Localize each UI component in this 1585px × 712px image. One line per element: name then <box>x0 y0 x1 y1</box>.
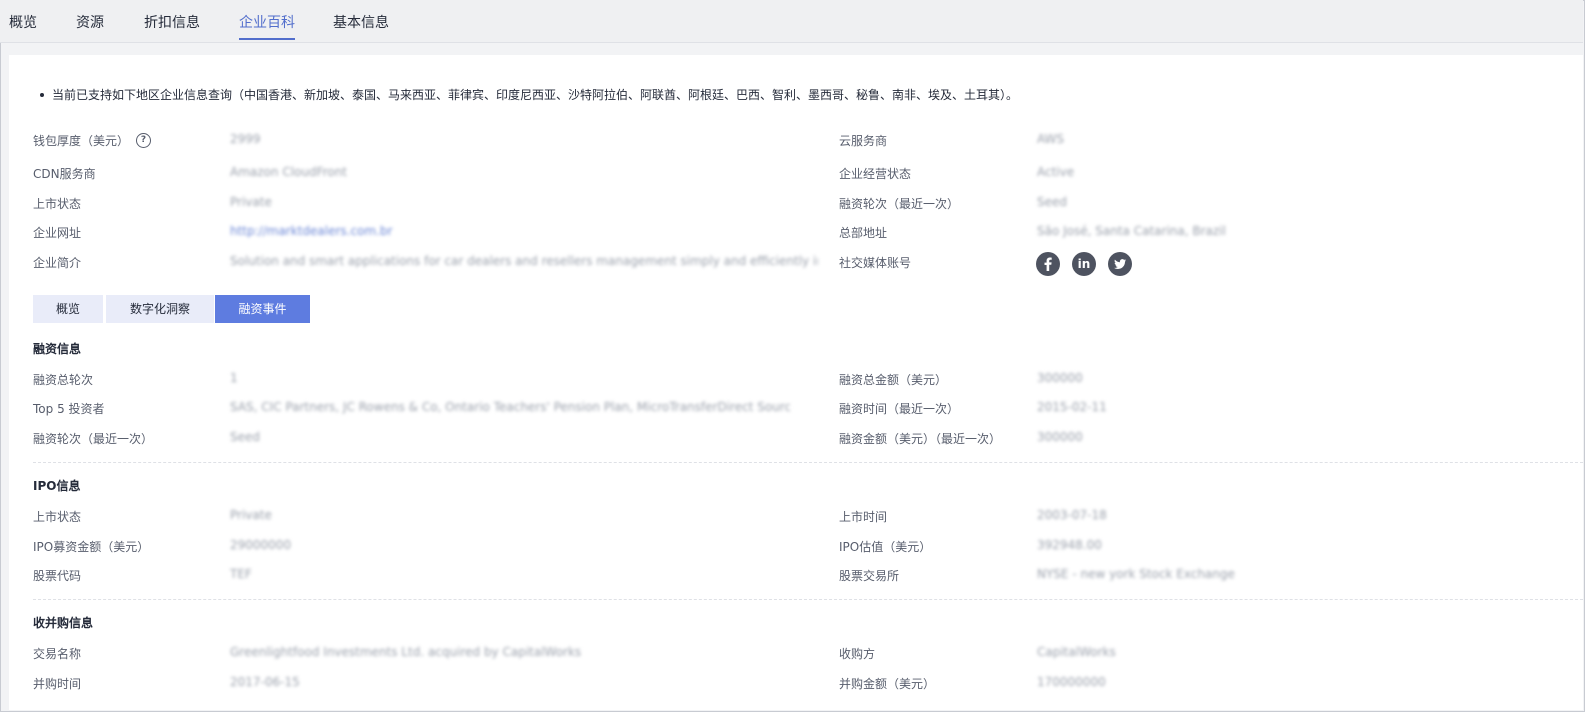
linkedin-icon[interactable]: in <box>1072 252 1096 276</box>
tab-resources[interactable]: 资源 <box>76 12 104 32</box>
help-icon[interactable]: ? <box>136 133 151 148</box>
total-rounds-value: 1 <box>230 371 238 385</box>
acquisition-section-title: 收并购信息 <box>33 616 94 630</box>
last-funding-time-label: 融资时间（最近一次） <box>839 402 960 416</box>
acquirer-value: CapitalWorks <box>1037 645 1116 659</box>
section-divider <box>33 462 1583 463</box>
deal-name-value: Greenlightfood Investments Ltd. acquired… <box>230 645 582 659</box>
subtab-digital-insight[interactable]: 数字化洞察 <box>106 295 214 323</box>
ipo-status-label: 上市状态 <box>33 510 82 524</box>
acquisition-time-label: 并购时间 <box>33 677 82 691</box>
ticker-label: 股票代码 <box>33 569 82 583</box>
twitter-icon[interactable] <box>1108 252 1132 276</box>
wallet-label: 钱包厚度（美元） <box>33 134 130 148</box>
cloud-provider-value: AWS <box>1037 132 1065 146</box>
social-media-label: 社交媒体账号 <box>839 256 912 270</box>
total-amount-label: 融资总金额（美元） <box>839 373 948 387</box>
exchange-value: NYSE - new york Stock Exchange <box>1037 567 1235 581</box>
total-amount-value: 300000 <box>1037 371 1083 385</box>
latest-round-value: Seed <box>1037 195 1067 209</box>
hq-address-value: São José, Santa Catarina, Brazil <box>1037 224 1226 238</box>
deal-name-label: 交易名称 <box>33 647 82 661</box>
acquirer-label: 收购方 <box>839 647 876 661</box>
business-status-label: 企业经营状态 <box>839 167 912 181</box>
funding-section-title: 融资信息 <box>33 342 82 356</box>
cdn-value: Amazon CloudFront <box>230 165 347 179</box>
tab-basic-info[interactable]: 基本信息 <box>333 12 389 32</box>
ipo-status-value: Private <box>230 508 272 522</box>
last-funding-time-value: 2015-02-11 <box>1037 400 1107 414</box>
top-tab-bar: 概览 资源 折扣信息 企业百科 基本信息 <box>0 0 1583 43</box>
intro-label: 企业简介 <box>33 256 82 270</box>
website-link[interactable]: http://marktdealers.com.br <box>230 224 392 238</box>
tab-enterprise-wiki[interactable]: 企业百科 <box>239 12 295 32</box>
ipo-raised-value: 29000000 <box>230 538 292 552</box>
hq-address-label: 总部地址 <box>839 226 888 240</box>
top-investors-label: Top 5 投资者 <box>33 402 105 416</box>
acquisition-amount-value: 170000000 <box>1037 675 1106 689</box>
content-panel <box>9 55 1583 710</box>
cloud-provider-label: 云服务商 <box>839 134 888 148</box>
business-status-value: Active <box>1037 165 1075 179</box>
ipo-valuation-label: IPO估值（美元） <box>839 540 932 554</box>
top-investors-value: SAS, CIC Partners, JC Rowens & Co, Ontar… <box>230 400 790 414</box>
subtab-funding-events[interactable]: 融资事件 <box>215 295 310 323</box>
listing-status-label: 上市状态 <box>33 197 82 211</box>
exchange-label: 股票交易所 <box>839 569 900 583</box>
ipo-valuation-value: 392948.00 <box>1037 538 1102 552</box>
subtab-overview[interactable]: 概览 <box>33 295 103 323</box>
intro-value: Solution and smart applications for car … <box>230 254 818 268</box>
funding-last-round-value: Seed <box>230 430 260 444</box>
last-funding-amount-value: 300000 <box>1037 430 1083 444</box>
ipo-raised-label: IPO募资金额（美元） <box>33 540 150 554</box>
tab-discount-info[interactable]: 折扣信息 <box>144 12 200 32</box>
ipo-time-label: 上市时间 <box>839 510 888 524</box>
tab-overview[interactable]: 概览 <box>9 12 37 32</box>
ticker-value: TEF <box>230 567 252 581</box>
website-label: 企业网址 <box>33 226 82 240</box>
latest-round-label: 融资轮次（最近一次） <box>839 197 960 211</box>
supported-regions-notice: 当前已支持如下地区企业信息查询（中国香港、新加坡、泰国、马来西亚、菲律宾、印度尼… <box>52 88 1019 102</box>
active-tab-indicator <box>239 38 295 40</box>
total-rounds-label: 融资总轮次 <box>33 373 94 387</box>
acquisition-amount-label: 并购金额（美元） <box>839 677 936 691</box>
ipo-time-value: 2003-07-18 <box>1037 508 1107 522</box>
section-divider <box>33 599 1583 600</box>
notice-bullet <box>40 93 44 97</box>
last-funding-amount-label: 融资金额（美元）（最近一次） <box>839 432 1002 446</box>
acquisition-time-value: 2017-06-15 <box>230 675 300 689</box>
cdn-label: CDN服务商 <box>33 167 96 181</box>
wallet-value: 2999 <box>230 132 261 146</box>
listing-status-value: Private <box>230 195 272 209</box>
ipo-section-title: IPO信息 <box>33 479 81 493</box>
facebook-icon[interactable] <box>1036 252 1060 276</box>
funding-last-round-label: 融资轮次（最近一次） <box>33 432 154 446</box>
